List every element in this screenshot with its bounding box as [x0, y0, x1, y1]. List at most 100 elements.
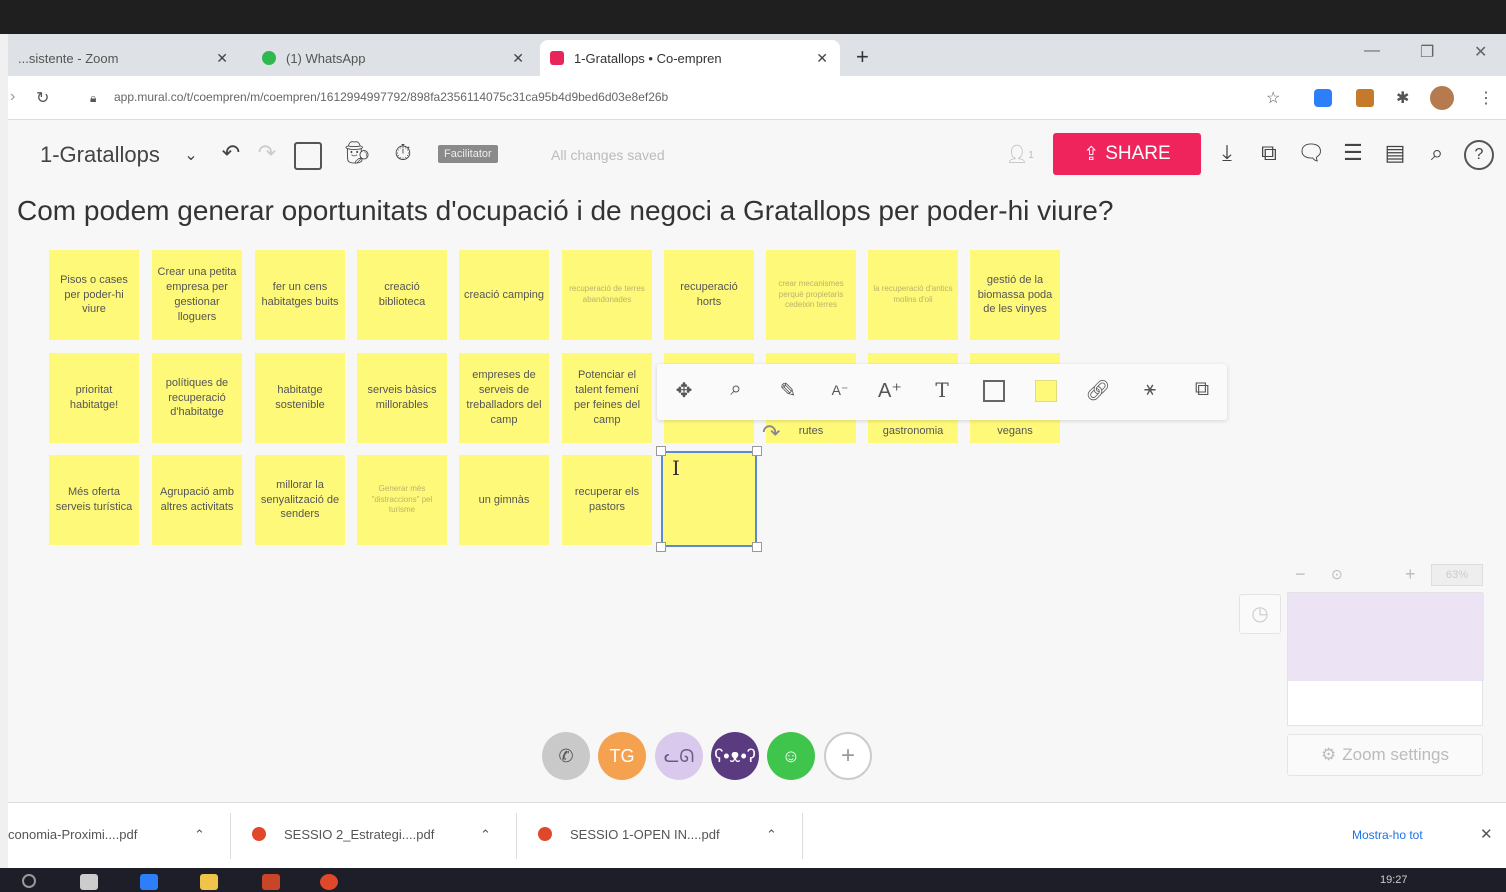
- sticky-note[interactable]: prioritat habitatge!: [49, 353, 139, 443]
- profile-avatar[interactable]: [1430, 86, 1454, 110]
- timer-icon[interactable]: ⏱︎: [388, 140, 418, 170]
- sticky-note[interactable]: recuperació de terres abandonades: [562, 250, 652, 340]
- sticky-note[interactable]: habitatge sostenible: [255, 353, 345, 443]
- bear-icon[interactable]: ʕ•ᴥ•ʔ: [711, 732, 759, 780]
- zoom-fit-icon[interactable]: ⊙: [1331, 566, 1343, 583]
- sticky-note[interactable]: millorar la senyalització de senders: [255, 455, 345, 545]
- color-swatch-icon[interactable]: [1035, 380, 1057, 402]
- search-icon[interactable]: [22, 874, 36, 888]
- pencil-icon[interactable]: ✎: [773, 378, 803, 408]
- url-field[interactable]: app.mural.co/t/coempren/m/coempren/16129…: [114, 90, 668, 104]
- add-participant-icon[interactable]: +: [824, 732, 872, 780]
- chevron-down-icon[interactable]: ⌄: [176, 145, 206, 175]
- link-icon[interactable]: 🔗︎: [1083, 378, 1113, 408]
- search-icon[interactable]: ⌕: [1422, 140, 1452, 170]
- cat-icon[interactable]: ᓚᘏ: [655, 732, 703, 780]
- zoom-app-icon[interactable]: [140, 874, 158, 890]
- redo-icon[interactable]: ↷: [252, 140, 282, 170]
- sticky-note[interactable]: serveis bàsics millorables: [357, 353, 447, 443]
- download-item[interactable]: SESSIO 1-OPEN IN....pdf: [570, 827, 720, 842]
- zoom-settings-button[interactable]: ⚙ Zoom settings: [1287, 734, 1483, 776]
- increase-font-icon[interactable]: A⁺: [875, 378, 905, 408]
- reload-icon[interactable]: ↻: [36, 88, 49, 108]
- extension-zoom-icon[interactable]: [1314, 89, 1332, 107]
- minimap-viewport[interactable]: [1288, 593, 1484, 681]
- sticky-note[interactable]: recuperar els pastors: [562, 455, 652, 545]
- app-icon[interactable]: [80, 874, 98, 890]
- templates-icon[interactable]: ⧉: [1254, 140, 1284, 170]
- canvas-title[interactable]: Com podem generar oportunitats d'ocupaci…: [17, 195, 1113, 227]
- tab-whatsapp[interactable]: (1) WhatsApp ✕: [252, 40, 536, 76]
- chevron-up-icon[interactable]: ⌃: [480, 827, 491, 843]
- download-item[interactable]: conomia-Proximi....pdf: [8, 827, 137, 842]
- resize-handle[interactable]: [752, 446, 762, 456]
- minimap[interactable]: [1287, 592, 1484, 726]
- undo-icon[interactable]: ↶: [216, 140, 246, 170]
- folder-icon[interactable]: [200, 874, 218, 890]
- resize-handle[interactable]: [656, 446, 666, 456]
- sticky-note[interactable]: Pisos o cases per poder-hi viure: [49, 250, 139, 340]
- phone-icon[interactable]: ✆: [542, 732, 590, 780]
- minimize-icon[interactable]: —: [1364, 42, 1380, 60]
- zoom-in-icon[interactable]: +: [1405, 564, 1416, 585]
- sticky-note[interactable]: Agrupació amb altres activitats: [152, 455, 242, 545]
- sticky-note[interactable]: Generar més "distraccions" pel turisme: [357, 455, 447, 545]
- sticky-note[interactable]: creació camping: [459, 250, 549, 340]
- duplicate-icon[interactable]: ⧉: [1187, 378, 1217, 408]
- tab-zoom[interactable]: ...sistente - Zoom ✕: [8, 40, 240, 76]
- sticky-note[interactable]: crear mecanismes perquè propietaris cede…: [766, 250, 856, 340]
- share-button[interactable]: ⇪ SHARE: [1053, 133, 1201, 175]
- sticky-note[interactable]: un gimnàs: [459, 455, 549, 545]
- zoom-percentage[interactable]: 63%: [1431, 564, 1483, 586]
- sticky-note[interactable]: empreses de serveis de treballadors del …: [459, 353, 549, 443]
- puzzle-icon[interactable]: ✱: [1396, 88, 1409, 108]
- sticky-note[interactable]: la recuperació d'antics molins d'oli: [868, 250, 958, 340]
- sticky-note[interactable]: polítiques de recuperació d'habitatge: [152, 353, 242, 443]
- more-options-icon[interactable]: ⚹: [1135, 378, 1165, 408]
- facilitator-badge[interactable]: Facilitator: [438, 145, 498, 163]
- outline-list-icon[interactable]: ▤: [1380, 140, 1410, 170]
- restore-icon[interactable]: ❐: [1420, 42, 1434, 62]
- sticky-note[interactable]: Més oferta serveis turística: [49, 455, 139, 545]
- zoom-to-icon[interactable]: ⌕: [721, 378, 751, 408]
- sticky-note[interactable]: fer un cens habitatges buits: [255, 250, 345, 340]
- download-item[interactable]: SESSIO 2_Estrategi....pdf: [284, 827, 434, 842]
- border-style-icon[interactable]: [983, 380, 1005, 402]
- show-all-link[interactable]: Mostra-ho tot: [1352, 828, 1423, 842]
- sticky-note[interactable]: recuperació horts: [664, 250, 754, 340]
- move-icon[interactable]: ✥: [669, 378, 699, 408]
- close-icon[interactable]: ✕: [1480, 825, 1493, 843]
- lock-icon[interactable]: 🔒︎: [90, 91, 96, 106]
- activity-icon[interactable]: ☰: [1338, 140, 1368, 170]
- sticky-note[interactable]: creació biblioteca: [357, 250, 447, 340]
- chrome-icon[interactable]: [320, 874, 338, 890]
- zoom-out-icon[interactable]: −: [1295, 564, 1306, 585]
- decrease-font-icon[interactable]: A⁻: [825, 382, 855, 412]
- resize-handle[interactable]: [656, 542, 666, 552]
- chevron-up-icon[interactable]: ⌃: [194, 827, 205, 843]
- help-icon[interactable]: ?: [1464, 140, 1494, 170]
- close-icon[interactable]: ✕: [512, 50, 524, 67]
- menu-dots-icon[interactable]: ⋮: [1478, 88, 1494, 108]
- app-icon[interactable]: [262, 874, 280, 890]
- tab-mural[interactable]: 1-Gratallops • Co-empren ✕: [540, 40, 840, 76]
- chevron-up-icon[interactable]: ⌃: [766, 827, 777, 843]
- window-close-icon[interactable]: ✕: [1474, 42, 1487, 62]
- avatar-tg[interactable]: TG: [598, 732, 646, 780]
- sticky-note[interactable]: Potenciar el talent femení per feines de…: [562, 353, 652, 443]
- close-icon[interactable]: ✕: [816, 50, 828, 67]
- new-tab-icon[interactable]: +: [856, 44, 869, 70]
- sticky-note[interactable]: gestió de la biomassa poda de les vinyes: [970, 250, 1060, 340]
- sticky-note[interactable]: Crear una petita empresa per gestionar l…: [152, 250, 242, 340]
- text-format-icon[interactable]: T: [927, 378, 957, 408]
- download-icon[interactable]: ⤓: [1212, 140, 1242, 170]
- private-mode-icon[interactable]: 🕵︎: [342, 140, 372, 170]
- outline-icon[interactable]: [294, 142, 322, 170]
- resize-handle[interactable]: [752, 542, 762, 552]
- star-icon[interactable]: ☆: [1266, 88, 1280, 108]
- history-icon[interactable]: ◷: [1239, 594, 1281, 634]
- frog-icon[interactable]: ☺: [767, 732, 815, 780]
- comments-icon[interactable]: 🗨︎: [1296, 140, 1326, 170]
- rotate-handle-icon[interactable]: ↷: [762, 420, 780, 446]
- board-name[interactable]: 1-Gratallops: [40, 142, 160, 168]
